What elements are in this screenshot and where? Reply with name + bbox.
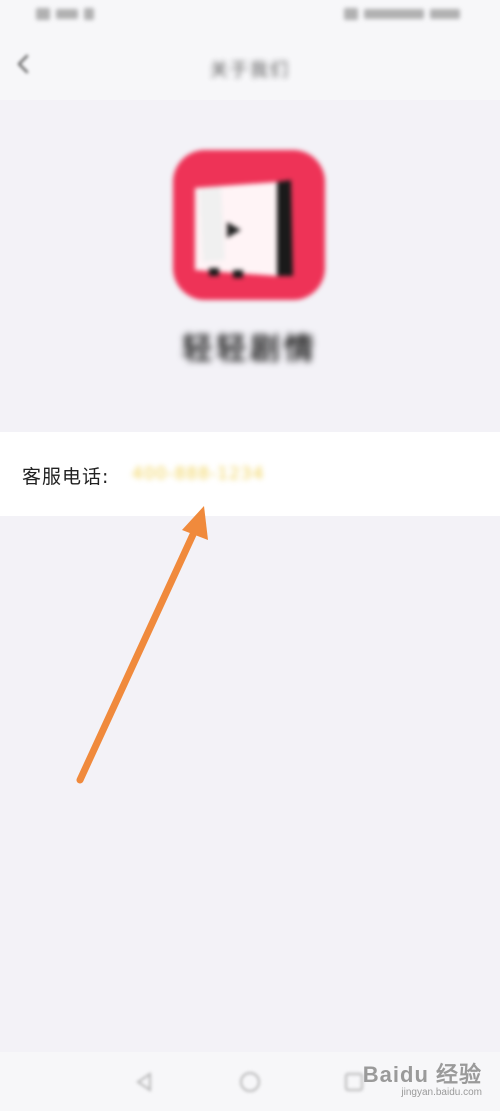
contact-row[interactable]: 客服电话: 400-888-1234 <box>0 432 500 516</box>
signal-icon <box>36 8 50 20</box>
nav-home-button[interactable] <box>236 1068 264 1096</box>
nav-back-button[interactable] <box>130 1068 158 1096</box>
status-left-icons <box>36 8 94 20</box>
app-name: 轻轻剧情 <box>182 332 318 367</box>
clock-icon <box>430 9 460 19</box>
watermark: Baidu 经验 jingyan.baidu.com <box>363 1057 482 1098</box>
app-logo-icon <box>173 150 325 300</box>
triangle-back-icon <box>136 1072 151 1092</box>
circle-home-icon <box>240 1072 260 1092</box>
app-info-section: 轻轻剧情 <box>0 100 500 430</box>
contact-label: 客服电话: <box>22 466 110 488</box>
contact-phone-link[interactable]: 400-888-1234 <box>132 464 264 484</box>
battery-icon <box>344 8 358 20</box>
status-right-icons <box>344 8 460 20</box>
page-title: 关于我们 <box>210 60 290 81</box>
wifi-icon <box>364 9 424 19</box>
network-icon <box>56 9 78 19</box>
watermark-brand: Baidu 经验 <box>362 1062 482 1087</box>
notification-icon <box>84 8 94 20</box>
nav-bar: 关于我们 <box>0 36 500 100</box>
status-bar <box>0 0 500 36</box>
